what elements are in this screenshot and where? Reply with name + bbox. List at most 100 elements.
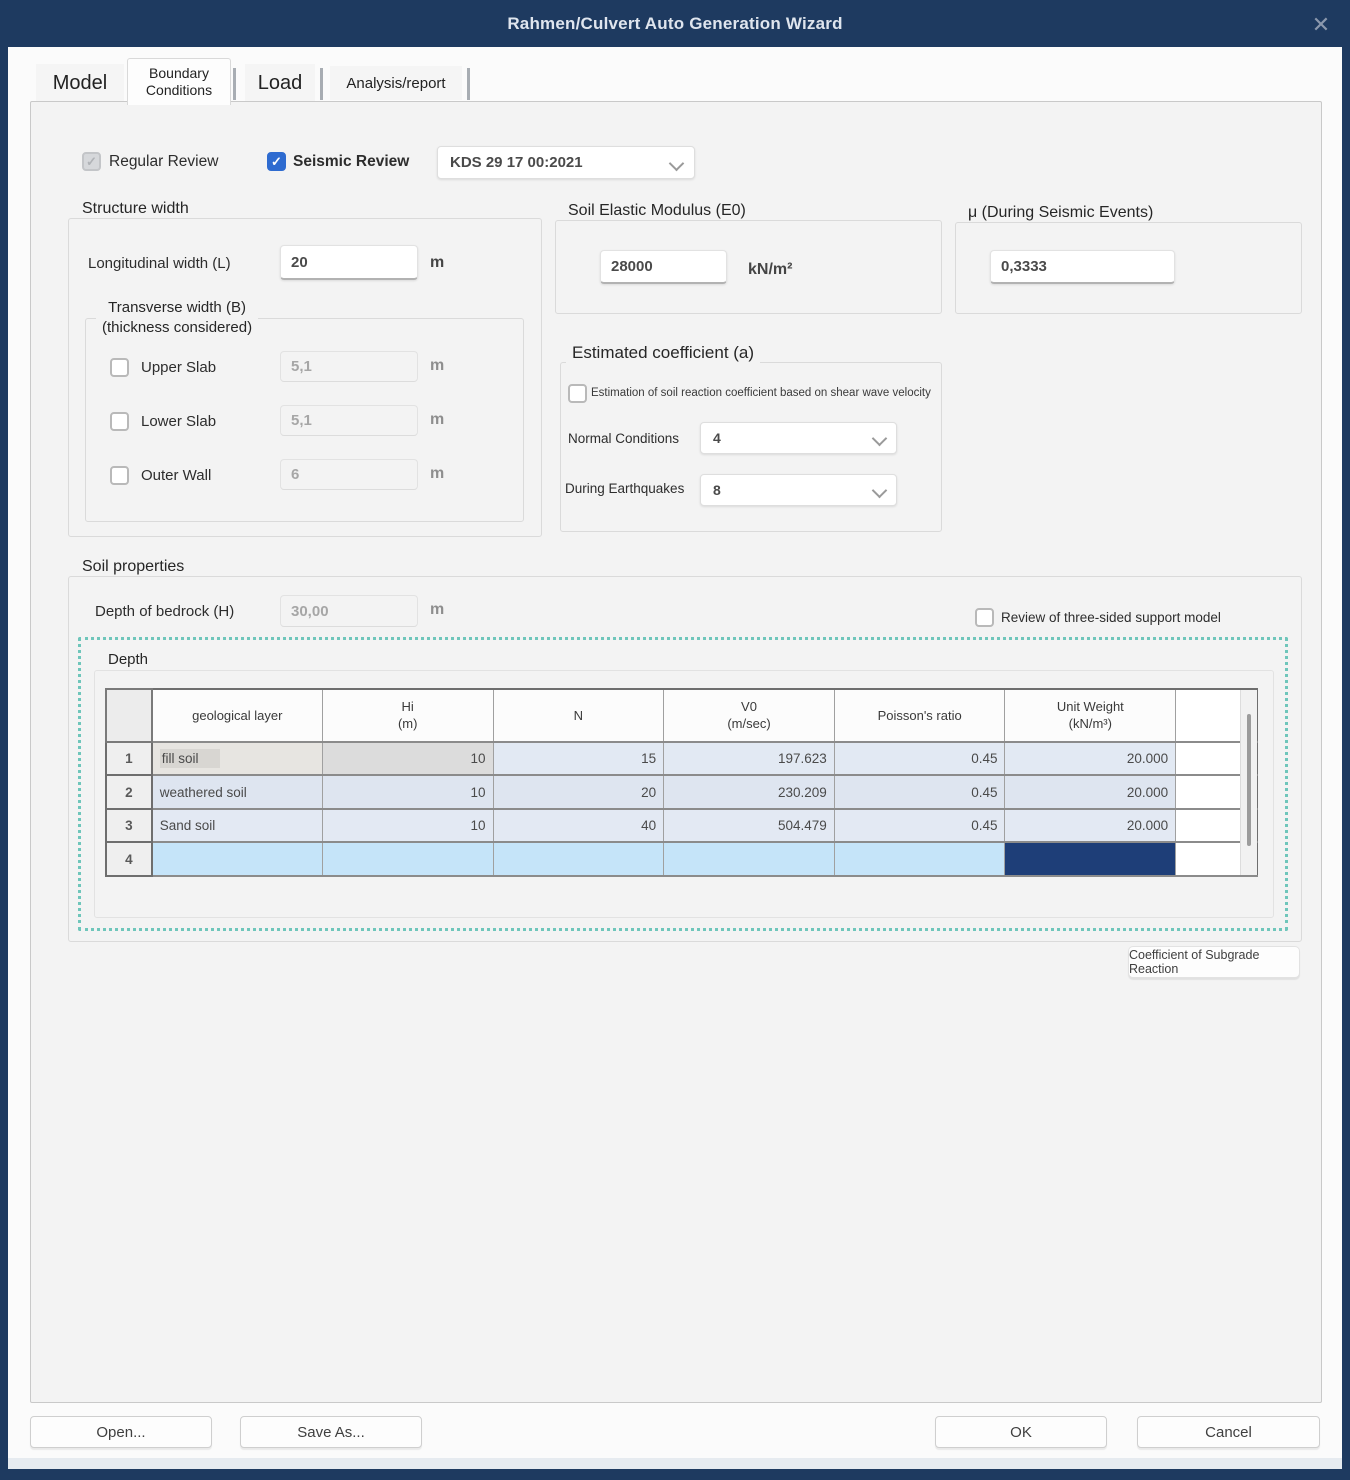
cell-unit-weight[interactable]: 20.000: [1005, 742, 1176, 776]
cell-v0[interactable]: [664, 842, 835, 876]
structure-width-title: Structure width: [76, 200, 195, 218]
header-n[interactable]: N: [493, 689, 664, 742]
header-unit-weight[interactable]: Unit Weight(kN/m³): [1005, 689, 1176, 742]
transverse-title-line1: Transverse width (B): [108, 299, 246, 316]
lower-slab-unit: m: [430, 411, 444, 429]
cell-unit-weight[interactable]: 20.000: [1005, 809, 1176, 843]
window-title: Rahmen/Culvert Auto Generation Wizard: [507, 14, 842, 34]
cancel-button[interactable]: Cancel: [1137, 1416, 1320, 1448]
tab-load[interactable]: Load: [245, 64, 315, 102]
seismic-review-checkbox[interactable]: ✓: [267, 152, 286, 171]
longitudinal-width-label: Longitudinal width (L): [88, 255, 231, 272]
cell-poisson[interactable]: [834, 842, 1005, 876]
cell-poisson[interactable]: 0.45: [834, 809, 1005, 843]
soil-modulus-value: 28000: [611, 258, 653, 275]
cell-hi[interactable]: [322, 842, 493, 876]
during-earthquakes-value: 8: [713, 482, 721, 498]
cell-v0[interactable]: 197.623: [664, 742, 835, 776]
open-button[interactable]: Open...: [30, 1416, 212, 1448]
estimated-coefficient-title: Estimated coefficient (a): [566, 343, 760, 363]
header-uw-line2: (kN/m³): [1069, 716, 1112, 731]
depth-title: Depth: [102, 651, 154, 668]
wizard-dialog: Rahmen/Culvert Auto Generation Wizard ✕ …: [0, 0, 1350, 1480]
cell-layer[interactable]: weathered soil: [152, 775, 323, 809]
header-geological-layer[interactable]: geological layer: [152, 689, 323, 742]
normal-conditions-select[interactable]: 4: [700, 422, 897, 454]
header-v0[interactable]: V0(m/sec): [664, 689, 835, 742]
row-number-cell[interactable]: 1: [106, 742, 152, 776]
cell-v0[interactable]: 504.479: [664, 809, 835, 843]
regular-review-label: Regular Review: [109, 153, 218, 171]
bedrock-depth-label: Depth of bedrock (H): [95, 603, 234, 620]
row-number-cell[interactable]: 3: [106, 809, 152, 843]
tab-analysis-report[interactable]: Analysis/report: [330, 66, 462, 100]
tab-load-label: Load: [258, 72, 303, 95]
transverse-width-title: Transverse width (B) (thickness consider…: [96, 298, 258, 339]
cell-poisson[interactable]: 0.45: [834, 775, 1005, 809]
soil-modulus-title: Soil Elastic Modulus (E0): [562, 202, 752, 220]
three-sided-checkbox[interactable]: [975, 608, 994, 627]
header-hi-line2: (m): [398, 716, 418, 731]
row-number-cell[interactable]: 4: [106, 842, 152, 876]
upper-slab-label: Upper Slab: [141, 359, 216, 376]
cell-unit-weight-selected[interactable]: [1005, 842, 1176, 876]
mu-title: μ (During Seismic Events): [962, 204, 1159, 222]
cell-n[interactable]: 20: [493, 775, 664, 809]
seismic-review-label: Seismic Review: [293, 153, 409, 171]
design-code-select[interactable]: KDS 29 17 00:2021: [437, 146, 695, 179]
table-scrollbar-thumb[interactable]: [1247, 714, 1251, 846]
lower-slab-label: Lower Slab: [141, 413, 216, 430]
outer-wall-checkbox[interactable]: [110, 466, 129, 485]
table-row-4: 4: [106, 842, 1257, 876]
row-number-cell[interactable]: 2: [106, 775, 152, 809]
upper-slab-unit: m: [430, 357, 444, 375]
soil-modulus-input[interactable]: 28000: [600, 250, 727, 284]
open-label: Open...: [96, 1424, 145, 1441]
transverse-title-line2: (thickness considered): [102, 319, 252, 336]
shear-wave-label: Estimation of soil reaction coefficient …: [591, 387, 931, 399]
cell-n[interactable]: 15: [493, 742, 664, 776]
cell-n[interactable]: 40: [493, 809, 664, 843]
subgrade-reaction-button[interactable]: Coefficient of Subgrade Reaction: [1128, 946, 1300, 978]
cell-poisson[interactable]: 0.45: [834, 742, 1005, 776]
cell-v0[interactable]: 230.209: [664, 775, 835, 809]
lower-slab-checkbox[interactable]: [110, 412, 129, 431]
cell-layer[interactable]: [152, 842, 323, 876]
during-earthquakes-label: During Earthquakes: [565, 481, 684, 496]
lower-slab-value: 5,1: [291, 412, 312, 429]
cell-hi[interactable]: 10: [322, 742, 493, 776]
close-icon[interactable]: ✕: [1308, 12, 1334, 38]
tab-separator: [320, 68, 323, 100]
upper-slab-input: 5,1: [280, 351, 418, 382]
cell-n[interactable]: [493, 842, 664, 876]
tab-separator: [233, 68, 236, 100]
table-scrollbar[interactable]: [1240, 690, 1257, 875]
cell-layer[interactable]: fill soil: [152, 742, 323, 776]
bedrock-depth-value: 30,00: [291, 603, 329, 620]
cell-layer[interactable]: Sand soil: [152, 809, 323, 843]
upper-slab-value: 5,1: [291, 358, 312, 375]
longitudinal-width-input[interactable]: 20: [280, 245, 418, 280]
ok-button[interactable]: OK: [935, 1416, 1107, 1448]
soil-properties-title: Soil properties: [76, 558, 190, 576]
table-header-row: geological layer Hi(m) N V0(m/sec) Poiss…: [106, 689, 1257, 742]
bedrock-depth-unit: m: [430, 601, 444, 619]
cell-hi[interactable]: 10: [322, 809, 493, 843]
regular-review-checkbox[interactable]: ✓: [82, 152, 101, 171]
header-poisson[interactable]: Poisson's ratio: [834, 689, 1005, 742]
cell-hi[interactable]: 10: [322, 775, 493, 809]
tab-bc-label-1: Boundary: [149, 65, 209, 83]
tab-model-label: Model: [53, 72, 107, 95]
during-earthquakes-select[interactable]: 8: [700, 474, 897, 506]
cell-layer-text: fill soil: [160, 749, 221, 768]
tab-boundary-conditions[interactable]: Boundary Conditions: [127, 58, 231, 105]
save-as-button[interactable]: Save As...: [240, 1416, 422, 1448]
table-row-1: 1 fill soil 10 15 197.623 0.45 20.000: [106, 742, 1257, 776]
normal-conditions-label: Normal Conditions: [568, 431, 679, 446]
shear-wave-checkbox[interactable]: [568, 384, 587, 403]
header-hi[interactable]: Hi(m): [322, 689, 493, 742]
tab-model[interactable]: Model: [36, 64, 124, 102]
upper-slab-checkbox[interactable]: [110, 358, 129, 377]
mu-input[interactable]: 0,3333: [990, 250, 1175, 284]
cell-unit-weight[interactable]: 20.000: [1005, 775, 1176, 809]
